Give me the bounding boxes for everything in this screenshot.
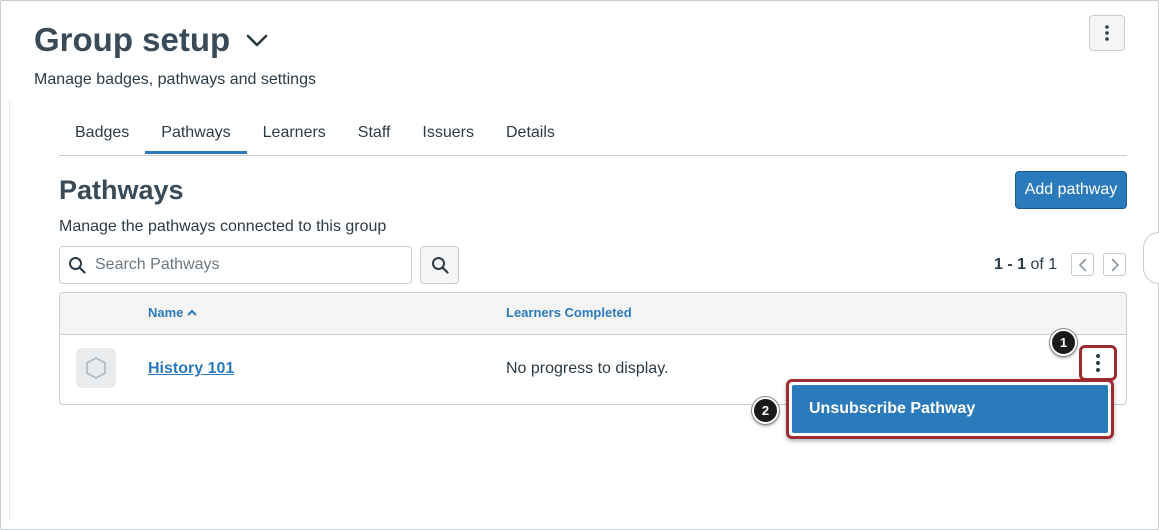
pagination-of-label: of bbox=[1030, 256, 1044, 273]
pagination-total: 1 bbox=[1048, 256, 1058, 273]
search-icon bbox=[69, 257, 86, 274]
kebab-icon bbox=[1105, 25, 1109, 41]
chevron-down-icon[interactable] bbox=[246, 34, 268, 48]
column-header-label: Learners Completed bbox=[506, 305, 632, 320]
unsubscribe-pathway-menu-item[interactable]: Unsubscribe Pathway bbox=[792, 385, 1108, 433]
row-options-button[interactable] bbox=[1079, 345, 1117, 381]
search-button[interactable] bbox=[420, 246, 459, 284]
pathway-name-link[interactable]: History 101 bbox=[148, 360, 234, 378]
add-pathway-button[interactable]: Add pathway bbox=[1015, 171, 1127, 209]
pagination-summary: 1 - 1 of 1 bbox=[994, 256, 1057, 274]
page-header: Group setup bbox=[34, 20, 268, 60]
table-header: Name Learners Completed bbox=[60, 293, 1126, 335]
page-title: Group setup bbox=[34, 21, 231, 58]
chevron-left-icon bbox=[1078, 257, 1087, 272]
tab-staff[interactable]: Staff bbox=[342, 118, 407, 148]
pathway-progress: No progress to display. bbox=[506, 360, 669, 377]
hexagon-icon bbox=[86, 356, 106, 380]
tab-issuers[interactable]: Issuers bbox=[406, 118, 490, 148]
callout-marker: 1 bbox=[1050, 329, 1077, 356]
section-title: Pathways bbox=[59, 175, 184, 205]
tab-bar: Badges Pathways Learners Staff Issuers D… bbox=[59, 118, 1127, 156]
tab-details[interactable]: Details bbox=[490, 118, 571, 148]
kebab-icon bbox=[1096, 354, 1100, 372]
column-header-name[interactable]: Name bbox=[148, 305, 198, 320]
tab-badges[interactable]: Badges bbox=[59, 118, 145, 148]
pathway-badge-placeholder bbox=[76, 348, 116, 388]
options-menu-button[interactable] bbox=[1089, 15, 1125, 51]
search-icon bbox=[431, 257, 449, 274]
callout-marker: 2 bbox=[752, 397, 779, 424]
sort-ascending-icon bbox=[187, 309, 198, 316]
chevron-right-icon bbox=[1110, 257, 1119, 272]
column-header-learners-completed[interactable]: Learners Completed bbox=[506, 305, 632, 320]
section-description: Manage the pathways connected to this gr… bbox=[59, 218, 387, 235]
search-input[interactable] bbox=[93, 255, 397, 275]
tab-pathways[interactable]: Pathways bbox=[145, 118, 248, 154]
column-header-label: Name bbox=[148, 305, 184, 320]
page-subtitle: Manage badges, pathways and settings bbox=[34, 71, 316, 88]
pagination-range: 1 - 1 bbox=[994, 256, 1027, 273]
next-page-button[interactable] bbox=[1103, 253, 1126, 276]
search-box bbox=[59, 246, 412, 284]
row-options-menu: Unsubscribe Pathway bbox=[786, 379, 1114, 439]
tab-learners[interactable]: Learners bbox=[247, 118, 342, 148]
side-panel-handle[interactable] bbox=[1143, 232, 1159, 284]
previous-page-button[interactable] bbox=[1071, 253, 1094, 276]
left-edge-shadow bbox=[1, 100, 10, 520]
